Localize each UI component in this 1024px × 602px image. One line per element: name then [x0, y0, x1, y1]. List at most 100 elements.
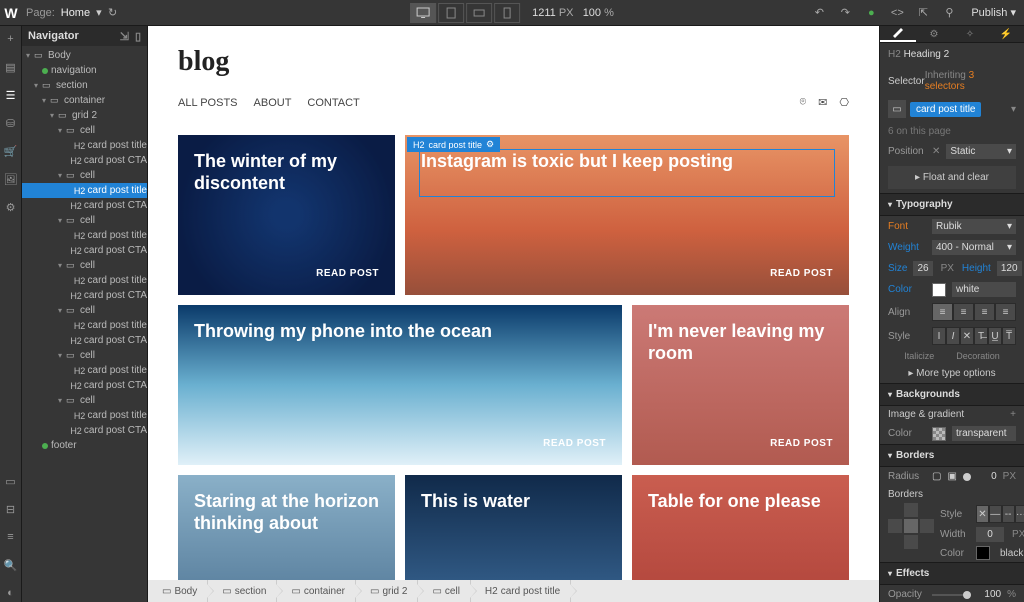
card-title[interactable]: I'm never leaving my room: [648, 321, 833, 364]
share-icon[interactable]: ⚲: [937, 2, 961, 24]
card[interactable]: The winter of my discontentREAD POST: [178, 135, 395, 295]
tree-row[interactable]: ▾▭section: [22, 78, 147, 93]
breadcrumb-item[interactable]: ▭ container: [277, 580, 356, 602]
card[interactable]: Table for one please: [632, 475, 849, 580]
export-icon[interactable]: ⇱: [911, 2, 935, 24]
card[interactable]: H2 card post title ⚙Instagram is toxic b…: [405, 135, 849, 295]
canvas[interactable]: blog ALL POSTSABOUTCONTACT ⌾ ✉ ⎔ The win…: [148, 26, 879, 580]
border-dashed[interactable]: --: [1002, 505, 1015, 523]
tree-row[interactable]: ▾▭cell: [22, 348, 147, 363]
redo-button[interactable]: ↷: [833, 2, 857, 24]
device-mobile[interactable]: [494, 3, 520, 23]
tab-settings[interactable]: ⚙: [916, 26, 952, 42]
settings-icon[interactable]: ⚙: [2, 198, 20, 216]
instagram-icon[interactable]: ⌾: [800, 96, 807, 109]
undo-icon[interactable]: ↻: [102, 2, 124, 24]
breadcrumb-item[interactable]: ▭ Body: [148, 580, 208, 602]
state-selector[interactable]: ▭: [888, 100, 906, 118]
card[interactable]: Staring at the horizon thinking about: [178, 475, 395, 580]
account-icon[interactable]: ◐: [2, 584, 20, 602]
tree-row[interactable]: navigation: [22, 63, 147, 78]
tree-row[interactable]: ▾▭cell: [22, 258, 147, 273]
tab-effects[interactable]: ⚡: [988, 26, 1024, 42]
tree-row[interactable]: ▾▭cell: [22, 213, 147, 228]
twitter-icon[interactable]: ✉: [818, 96, 827, 109]
tree-row[interactable]: H2card post CTA: [22, 243, 147, 258]
italic-off[interactable]: I: [932, 327, 946, 345]
device-tablet[interactable]: [438, 3, 464, 23]
decoration-overline[interactable]: T̅: [1002, 327, 1016, 345]
border-color-field[interactable]: Colorblack: [940, 544, 1024, 562]
card-title[interactable]: The winter of my discontent: [194, 151, 379, 194]
chevron-down-icon[interactable]: ▾: [1011, 104, 1016, 115]
tab-interactions[interactable]: ✧: [952, 26, 988, 42]
radius-mode-icon[interactable]: ▢: [932, 471, 941, 482]
audit-icon[interactable]: ⊟: [2, 500, 20, 518]
tree-row[interactable]: H2card post CTA: [22, 288, 147, 303]
border-solid[interactable]: —: [989, 505, 1002, 523]
size-height-row[interactable]: Size 26 PX Height 120 %: [880, 258, 1024, 279]
tree-row[interactable]: H2card post title: [22, 183, 147, 198]
card-cta[interactable]: READ POST: [770, 268, 833, 279]
float-clear-toggle[interactable]: ▸ Float and clear: [888, 166, 1016, 189]
video-icon[interactable]: ▭: [2, 472, 20, 490]
help-icon[interactable]: ≡: [2, 528, 20, 546]
decoration-none[interactable]: ✕: [960, 327, 974, 345]
breadcrumb-item[interactable]: ▭ cell: [418, 580, 470, 602]
nav-link[interactable]: CONTACT: [307, 97, 359, 109]
navigator-tree[interactable]: ▾▭Bodynavigation▾▭section▾▭container▾▭gr…: [22, 46, 147, 602]
section-borders[interactable]: ▾Borders: [880, 444, 1024, 467]
border-dotted[interactable]: ···: [1015, 505, 1024, 523]
inheriting-info[interactable]: Inheriting 3 selectors: [925, 70, 1016, 92]
status-ok-icon[interactable]: ●: [859, 2, 883, 24]
border-style-field[interactable]: Style ✕ — -- ···: [940, 503, 1024, 525]
weight-field[interactable]: Weight400 - Normal▾: [880, 237, 1024, 258]
page-body[interactable]: blog ALL POSTSABOUTCONTACT ⌾ ✉ ⎔ The win…: [148, 26, 879, 580]
tree-row[interactable]: ▾▭cell: [22, 168, 147, 183]
breadcrumb-item[interactable]: H2 card post title: [471, 580, 571, 602]
canvas-dimensions[interactable]: 1211 PX 100 %: [532, 7, 614, 19]
card-title[interactable]: Instagram is toxic but I keep posting: [421, 151, 833, 173]
navigator-icon[interactable]: ☰: [2, 86, 20, 104]
decoration-strike[interactable]: T̶: [974, 327, 988, 345]
blog-title[interactable]: blog: [178, 46, 849, 78]
selection-badge[interactable]: H2 card post title ⚙: [407, 137, 500, 152]
radius-slider[interactable]: [963, 476, 967, 478]
tree-row[interactable]: H2card post title: [22, 408, 147, 423]
undo-button[interactable]: ↶: [807, 2, 831, 24]
radius-corners-icon[interactable]: ▣: [947, 471, 956, 482]
italic-on[interactable]: I: [946, 327, 960, 345]
tab-style[interactable]: [880, 26, 916, 42]
ecommerce-icon[interactable]: 🛒: [2, 142, 20, 160]
nav-link[interactable]: ABOUT: [254, 97, 292, 109]
close-icon[interactable]: ▯: [135, 30, 141, 43]
border-side-picker[interactable]: [888, 503, 934, 549]
tree-row[interactable]: ▾▭Body: [22, 48, 147, 63]
card-grid[interactable]: The winter of my discontentREAD POSTH2 c…: [148, 125, 879, 580]
card-title[interactable]: Throwing my phone into the ocean: [194, 321, 606, 343]
color-swatch[interactable]: [932, 283, 946, 297]
align-center[interactable]: ≡: [953, 303, 974, 321]
lineheight-input[interactable]: 120: [997, 261, 1022, 276]
tree-row[interactable]: H2card post title: [22, 138, 147, 153]
device-mobile-landscape[interactable]: [466, 3, 492, 23]
card[interactable]: Throwing my phone into the oceanREAD POS…: [178, 305, 622, 465]
card-title[interactable]: Table for one please: [648, 491, 833, 513]
size-input[interactable]: 26: [913, 261, 932, 276]
border-none[interactable]: ✕: [976, 505, 989, 523]
github-icon[interactable]: ⎔: [839, 96, 849, 109]
breadcrumb-item[interactable]: ▭ section: [208, 580, 277, 602]
tree-row[interactable]: H2card post title: [22, 228, 147, 243]
class-chip[interactable]: card post title: [910, 102, 981, 117]
search-icon[interactable]: 🔍: [2, 556, 20, 574]
card[interactable]: This is water: [405, 475, 622, 580]
tree-row[interactable]: H2card post CTA: [22, 153, 147, 168]
bg-color-field[interactable]: Colortransparent: [880, 423, 1024, 444]
assets-icon[interactable]: 🖼: [2, 170, 20, 188]
code-icon[interactable]: <>: [885, 2, 909, 24]
section-typography[interactable]: ▾Typography: [880, 193, 1024, 216]
tree-row[interactable]: H2card post title: [22, 363, 147, 378]
tree-row[interactable]: footer: [22, 438, 147, 453]
card[interactable]: I'm never leaving my room READ POST: [632, 305, 849, 465]
card-cta[interactable]: READ POST: [770, 438, 833, 449]
